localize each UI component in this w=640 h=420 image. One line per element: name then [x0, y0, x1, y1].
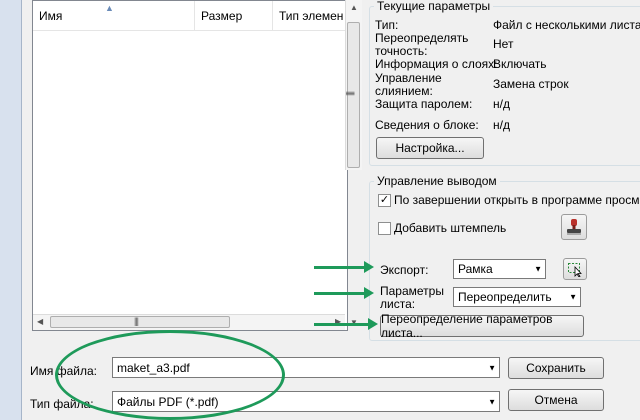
settings-button[interactable]: Настройка... [376, 137, 484, 159]
column-header-size[interactable]: Размер [195, 1, 273, 31]
chevron-down-icon: ▼ [569, 292, 577, 302]
add-stamp-checkbox[interactable] [378, 222, 391, 235]
column-size-label: Размер [201, 8, 243, 23]
sort-ascending-icon: ▲ [105, 3, 114, 13]
select-objects-icon [568, 263, 582, 277]
setting-merge-value: Замена строк [493, 77, 569, 91]
chevron-down-icon: ▼ [488, 397, 496, 406]
cancel-button[interactable]: Отмена [508, 389, 604, 411]
setting-layers-label: Информация о слоях: [375, 57, 498, 71]
override-sheet-params-button[interactable]: Переопределение параметров листа... [380, 312, 584, 340]
column-type-label: Тип элемен [279, 8, 344, 23]
hscroll-grip-icon: ||| [134, 316, 139, 326]
horizontal-scroll-thumb[interactable] [50, 316, 230, 328]
setting-precision-label: Переопределять точность: [375, 31, 469, 58]
column-header-name[interactable]: Имя [33, 1, 195, 31]
export-dropdown[interactable]: Рамка ▼ [453, 259, 546, 279]
annotation-arrowhead-sheet [364, 287, 374, 299]
column-name-label: Имя [39, 8, 63, 23]
setting-precision-value: Нет [493, 37, 514, 51]
export-label: Экспорт: [380, 263, 429, 277]
left-panel-strip [0, 0, 22, 420]
highlight-ellipse [55, 330, 285, 420]
export-value: Рамка [458, 262, 493, 276]
open-after-label: По завершении открыть в программе просмо… [394, 193, 640, 207]
setting-password-label: Защита паролем: [375, 97, 473, 111]
file-list[interactable]: Имя ▲ Размер Тип элемен [32, 0, 348, 331]
scroll-up-icon[interactable]: ▲ [350, 3, 358, 12]
select-window-button[interactable] [563, 258, 587, 280]
annotation-arrowhead-export [364, 261, 374, 273]
current-settings-title: Текущие параметры [374, 0, 494, 13]
setting-layers-value: Включать [493, 57, 547, 71]
stamp-icon [567, 219, 581, 235]
sheet-params-value: Переопределить [458, 290, 552, 304]
column-header-type[interactable]: Тип элемен [273, 1, 347, 31]
scroll-grip-icon: ||| [346, 90, 357, 96]
chevron-down-icon: ▼ [488, 363, 496, 372]
add-stamp-label: Добавить штемпель [394, 221, 507, 235]
setting-type-value: Файл с несколькими листам [493, 18, 640, 32]
annotation-arrow-export [314, 266, 366, 269]
stamp-settings-button[interactable] [561, 214, 587, 240]
chevron-down-icon: ▼ [534, 264, 542, 274]
annotation-arrowhead-override [368, 318, 378, 330]
sheet-params-dropdown[interactable]: Переопределить ▼ [453, 287, 581, 307]
annotation-arrow-sheet [314, 292, 366, 295]
setting-block-value: н/д [493, 118, 510, 132]
sheet-params-label: Параметры листа: [380, 284, 444, 311]
setting-password-value: н/д [493, 97, 510, 111]
annotation-arrow-override [314, 323, 370, 326]
save-button[interactable]: Сохранить [508, 357, 604, 379]
output-control-title: Управление выводом [374, 174, 500, 188]
scroll-left-icon[interactable]: ◀ [37, 317, 43, 326]
setting-merge-label: Управление слиянием: [375, 71, 442, 98]
setting-block-label: Сведения о блоке: [375, 118, 479, 132]
open-after-checkbox[interactable]: ✓ [378, 194, 391, 207]
